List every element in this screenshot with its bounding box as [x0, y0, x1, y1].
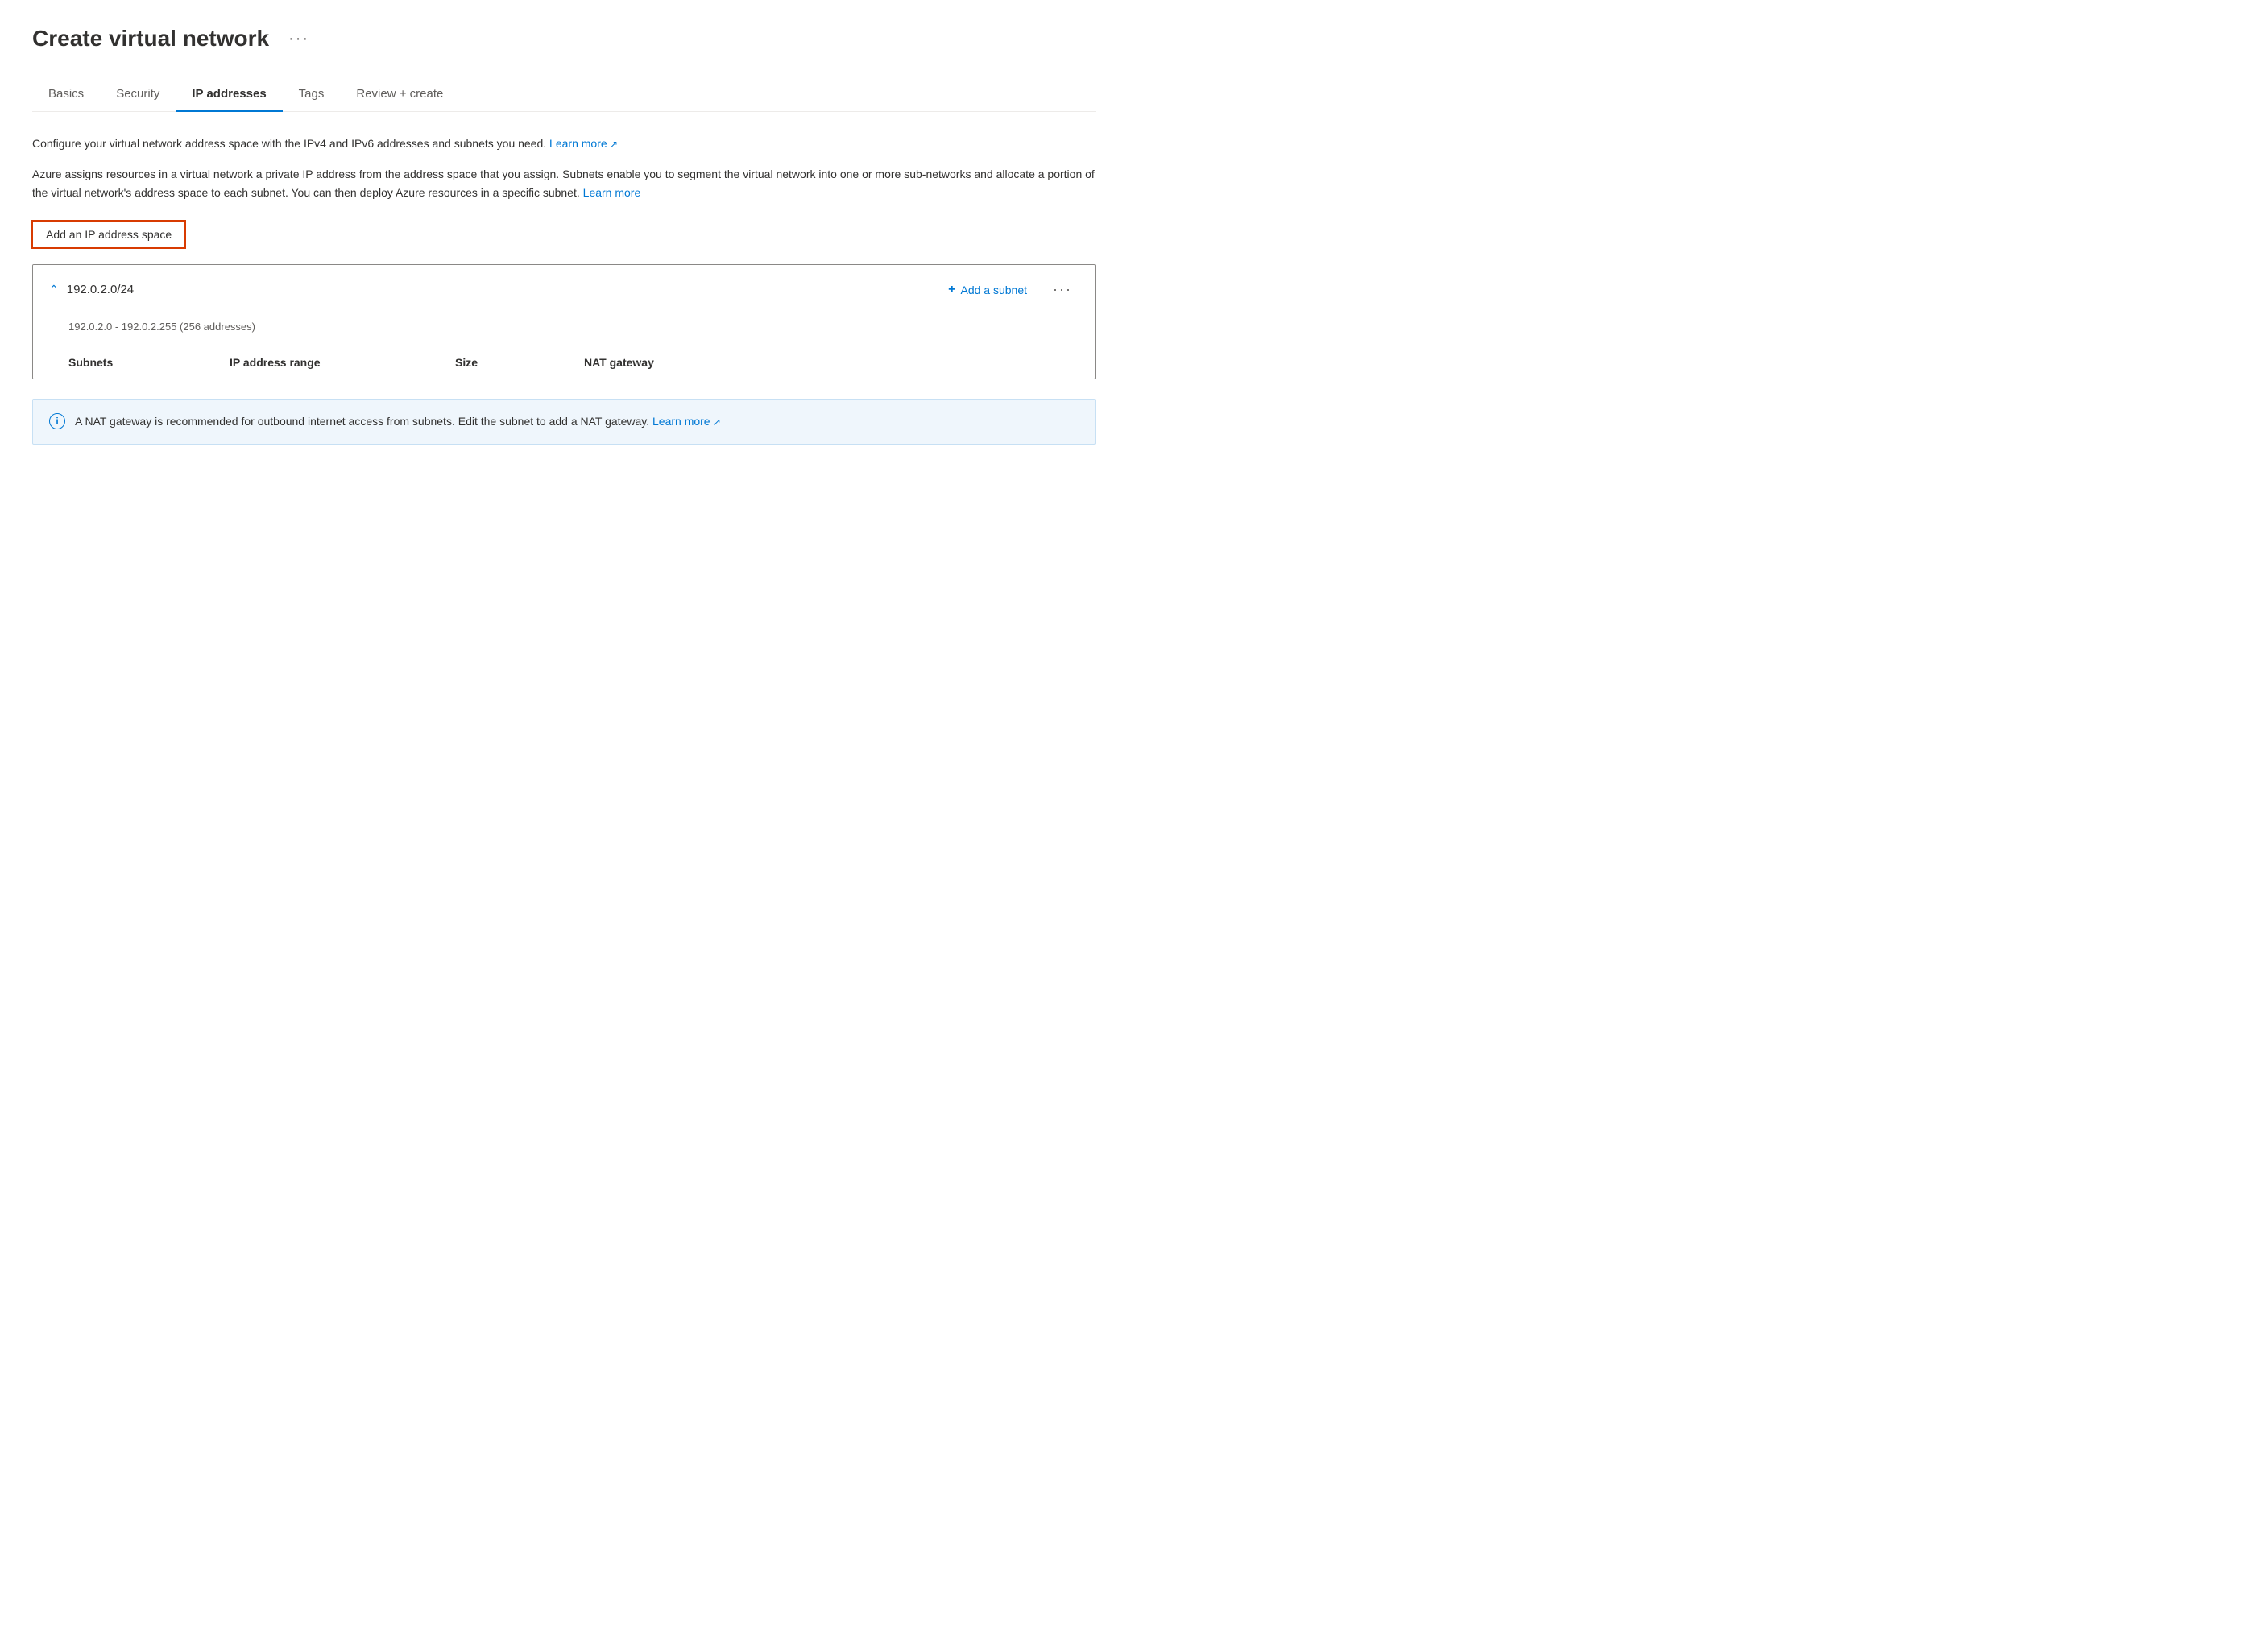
- page-header: Create virtual network ···: [32, 26, 1096, 52]
- col-header-subnets: Subnets: [68, 356, 230, 369]
- description-line-2: Azure assigns resources in a virtual net…: [32, 165, 1096, 201]
- tab-ip-addresses[interactable]: IP addresses: [176, 77, 282, 112]
- address-space-more-options-button[interactable]: ···: [1046, 278, 1079, 301]
- tab-basics[interactable]: Basics: [32, 77, 100, 112]
- plus-icon: +: [948, 283, 955, 297]
- address-space-left: ⌃ 192.0.2.0/24: [49, 283, 134, 296]
- tab-tags[interactable]: Tags: [283, 77, 341, 112]
- nat-learn-more-link[interactable]: Learn more: [652, 415, 721, 428]
- chevron-up-icon[interactable]: ⌃: [49, 283, 59, 296]
- address-space-right: + Add a subnet ···: [942, 278, 1079, 301]
- learn-more-link-1[interactable]: Learn more: [549, 137, 618, 150]
- col-header-size: Size: [455, 356, 584, 369]
- address-space-header: ⌃ 192.0.2.0/24 + Add a subnet ···: [33, 265, 1095, 314]
- description-section: Configure your virtual network address s…: [32, 135, 1096, 201]
- nat-notice-text: A NAT gateway is recommended for outboun…: [75, 412, 721, 430]
- nat-gateway-notice: i A NAT gateway is recommended for outbo…: [32, 399, 1096, 444]
- page-title: Create virtual network: [32, 26, 269, 52]
- address-space-container: ⌃ 192.0.2.0/24 + Add a subnet ··· 192.0.…: [32, 264, 1096, 379]
- add-ip-address-space-button[interactable]: Add an IP address space: [32, 221, 185, 248]
- address-range-text: 192.0.2.0 - 192.0.2.255 (256 addresses): [33, 314, 1095, 346]
- tab-review-create[interactable]: Review + create: [340, 77, 459, 112]
- tabs-bar: Basics Security IP addresses Tags Review…: [32, 77, 1096, 112]
- description-line-1: Configure your virtual network address s…: [32, 135, 1096, 152]
- learn-more-link-2[interactable]: Learn more: [583, 186, 641, 199]
- more-options-button[interactable]: ···: [282, 27, 316, 52]
- info-icon: i: [49, 413, 65, 429]
- subnets-table-header: Subnets IP address range Size NAT gatewa…: [33, 346, 1095, 379]
- col-header-nat-gateway: NAT gateway: [584, 356, 1079, 369]
- col-header-ip-range: IP address range: [230, 356, 455, 369]
- tab-security[interactable]: Security: [100, 77, 176, 112]
- add-subnet-button[interactable]: + Add a subnet: [942, 279, 1033, 300]
- address-space-cidr: 192.0.2.0/24: [67, 283, 134, 296]
